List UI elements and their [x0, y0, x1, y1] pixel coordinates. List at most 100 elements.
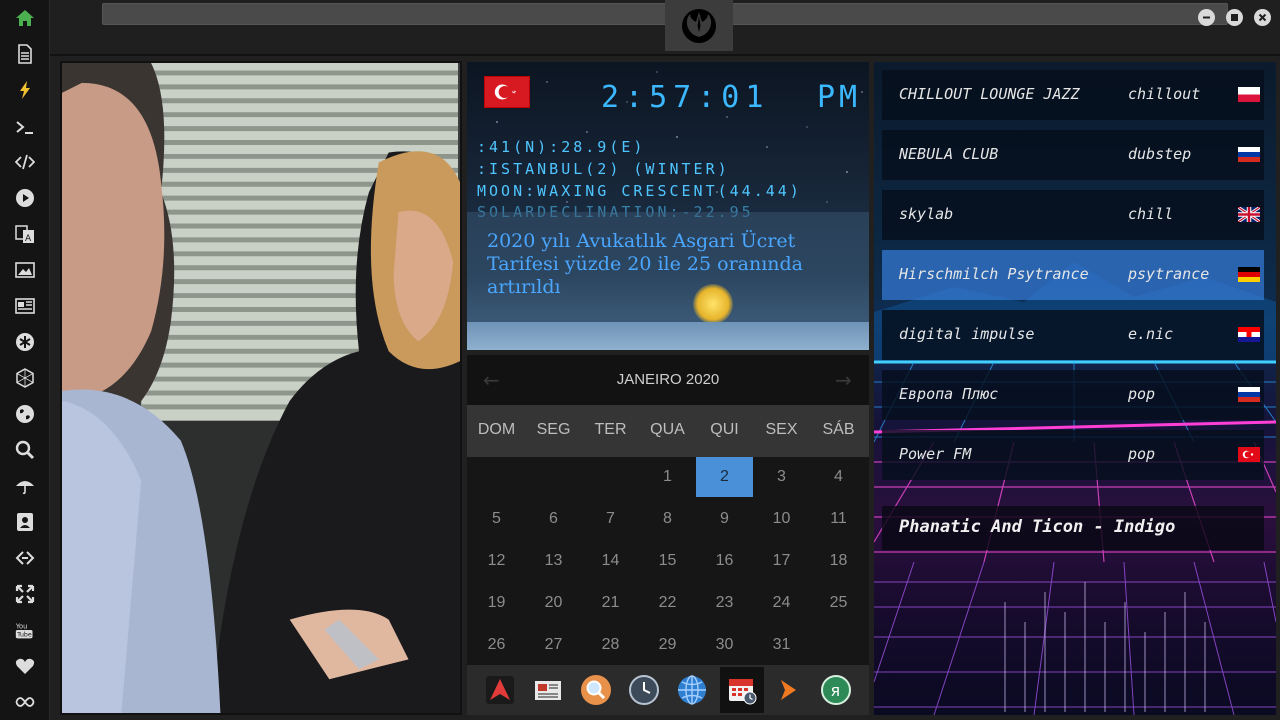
calendar-icon — [729, 679, 757, 705]
home-icon[interactable] — [13, 6, 37, 30]
weekday-label: QUI — [710, 421, 739, 438]
location-text: :ISTANBUL(2) (WINTER) — [477, 160, 730, 178]
russia-flag-icon — [1238, 147, 1260, 162]
dock-item-browser[interactable] — [672, 670, 712, 710]
horizon — [467, 322, 869, 350]
minimize-button[interactable] — [1198, 9, 1215, 26]
close-button[interactable] — [1254, 9, 1271, 26]
top-bar — [50, 0, 1280, 56]
weekday-label: QUA — [650, 421, 685, 438]
globe-icon[interactable] — [13, 402, 37, 426]
code-icon[interactable] — [13, 150, 37, 174]
calendar-widget: ← JANEIRO 2020 → DOM SEG TER QUA QUI SEX… — [467, 355, 869, 665]
calendar-day[interactable]: 17 — [753, 541, 810, 581]
calendar-day[interactable]: 5 — [468, 499, 525, 539]
dock-item-news[interactable] — [528, 670, 568, 710]
calendar-day[interactable]: 20 — [525, 583, 582, 623]
calendar-day[interactable]: 27 — [525, 625, 582, 665]
station-item[interactable]: NEBULA CLUB dubstep — [882, 130, 1264, 180]
poland-flag-icon — [1238, 87, 1260, 102]
station-item[interactable]: skylab chill — [882, 190, 1264, 240]
calendar-day[interactable]: 29 — [639, 625, 696, 665]
calendar-next-button[interactable]: → — [835, 368, 852, 392]
calendar-day[interactable]: 10 — [753, 499, 810, 539]
calendar-day[interactable]: 26 — [468, 625, 525, 665]
calendar-day[interactable]: 13 — [525, 541, 582, 581]
dock-item-arch[interactable] — [480, 670, 520, 710]
calendar-day[interactable]: 12 — [468, 541, 525, 581]
asterisk-icon[interactable] — [13, 330, 37, 354]
expand-icon[interactable] — [13, 582, 37, 606]
calendar-day[interactable]: 8 — [639, 499, 696, 539]
dock-item-search[interactable] — [576, 670, 616, 710]
contact-icon[interactable] — [13, 510, 37, 534]
station-genre: psytrance — [1128, 265, 1210, 283]
calendar-day[interactable]: 16 — [696, 541, 753, 581]
station-item-active[interactable]: Hirschmilch Psytrance psytrance — [882, 250, 1264, 300]
calendar-day[interactable]: 22 — [639, 583, 696, 623]
calendar-day[interactable]: 9 — [696, 499, 753, 539]
play-icon[interactable] — [13, 186, 37, 210]
clock-widget: 2:57:01 PM :41(N):28.9(E) :ISTANBUL(2) (… — [467, 62, 869, 350]
calendar-day[interactable]: 23 — [696, 583, 753, 623]
calendar-day-today[interactable]: 2 — [696, 457, 753, 497]
translate-icon[interactable]: A — [13, 222, 37, 246]
news-headline[interactable]: 2020 yılı Avukatlık Asgari Ücret Tarifes… — [487, 230, 817, 299]
station-item[interactable]: CHILLOUT LOUNGE JAZZ chillout — [882, 70, 1264, 120]
calendar-day[interactable]: 7 — [582, 499, 639, 539]
link-icon[interactable] — [13, 546, 37, 570]
terminal-icon[interactable] — [13, 115, 37, 139]
calendar-day[interactable]: 1 — [639, 457, 696, 497]
station-genre: chillout — [1128, 85, 1201, 103]
calendar-day[interactable]: 14 — [582, 541, 639, 581]
dock-item-calendar[interactable] — [720, 667, 764, 713]
station-item[interactable]: digital impulse e.nic — [882, 310, 1264, 360]
weekday-label: SEG — [536, 421, 571, 438]
news-icon[interactable] — [13, 294, 37, 318]
station-item[interactable]: Power FM pop — [882, 430, 1264, 480]
calendar-day[interactable]: 4 — [810, 457, 867, 497]
calendar-day[interactable]: 18 — [810, 541, 867, 581]
calendar-day[interactable]: 25 — [810, 583, 867, 623]
dock-item-clock[interactable] — [624, 670, 664, 710]
station-genre: pop — [1128, 445, 1156, 463]
uk-flag-icon — [1238, 207, 1260, 222]
station-name: NEBULA CLUB — [899, 145, 999, 163]
youtube-icon[interactable]: You Tube — [13, 618, 37, 642]
now-playing-bar: Phanatic And Ticon - Indigo — [882, 506, 1264, 550]
calendar-day[interactable]: 19 — [468, 583, 525, 623]
video-player[interactable] — [60, 61, 462, 715]
maximize-button[interactable] — [1226, 9, 1243, 26]
station-genre: e.nic — [1128, 325, 1174, 343]
calendar-day[interactable]: 11 — [810, 499, 867, 539]
station-name: Европа Плюс — [899, 385, 999, 403]
calendar-day[interactable]: 31 — [753, 625, 810, 665]
dock-item-arrow[interactable] — [768, 670, 808, 710]
document-icon[interactable] — [13, 42, 37, 66]
calendar-day[interactable]: 30 — [696, 625, 753, 665]
calendar-day[interactable]: 24 — [753, 583, 810, 623]
maximize-icon — [1231, 14, 1238, 21]
calendar-day[interactable]: 15 — [639, 541, 696, 581]
search-icon[interactable] — [13, 438, 37, 462]
calendar-weekdays: DOM SEG TER QUA QUI SEX SÁB — [467, 405, 869, 457]
image-icon[interactable] — [13, 258, 37, 282]
calendar-day[interactable]: 21 — [582, 583, 639, 623]
lightning-icon[interactable] — [13, 78, 37, 102]
umbrella-icon[interactable] — [13, 474, 37, 498]
calendar-day[interactable]: 28 — [582, 625, 639, 665]
heart-icon[interactable] — [13, 654, 37, 678]
newspaper-icon — [535, 681, 561, 700]
hexagon-icon[interactable] — [13, 366, 37, 390]
calendar-day[interactable]: 3 — [753, 457, 810, 497]
infinity-icon[interactable] — [13, 690, 37, 714]
weekday-label: SEX — [765, 421, 798, 438]
station-item[interactable]: Европа Плюс pop — [882, 370, 1264, 420]
calendar-day[interactable]: 6 — [525, 499, 582, 539]
rebel-alliance-icon — [682, 8, 716, 43]
rebel-alliance-tab[interactable] — [665, 0, 733, 51]
station-name: skylab — [899, 205, 954, 223]
dock-item-yandex[interactable]: я — [816, 670, 856, 710]
station-name: Power FM — [899, 445, 972, 463]
calendar-day-empty — [810, 625, 867, 665]
